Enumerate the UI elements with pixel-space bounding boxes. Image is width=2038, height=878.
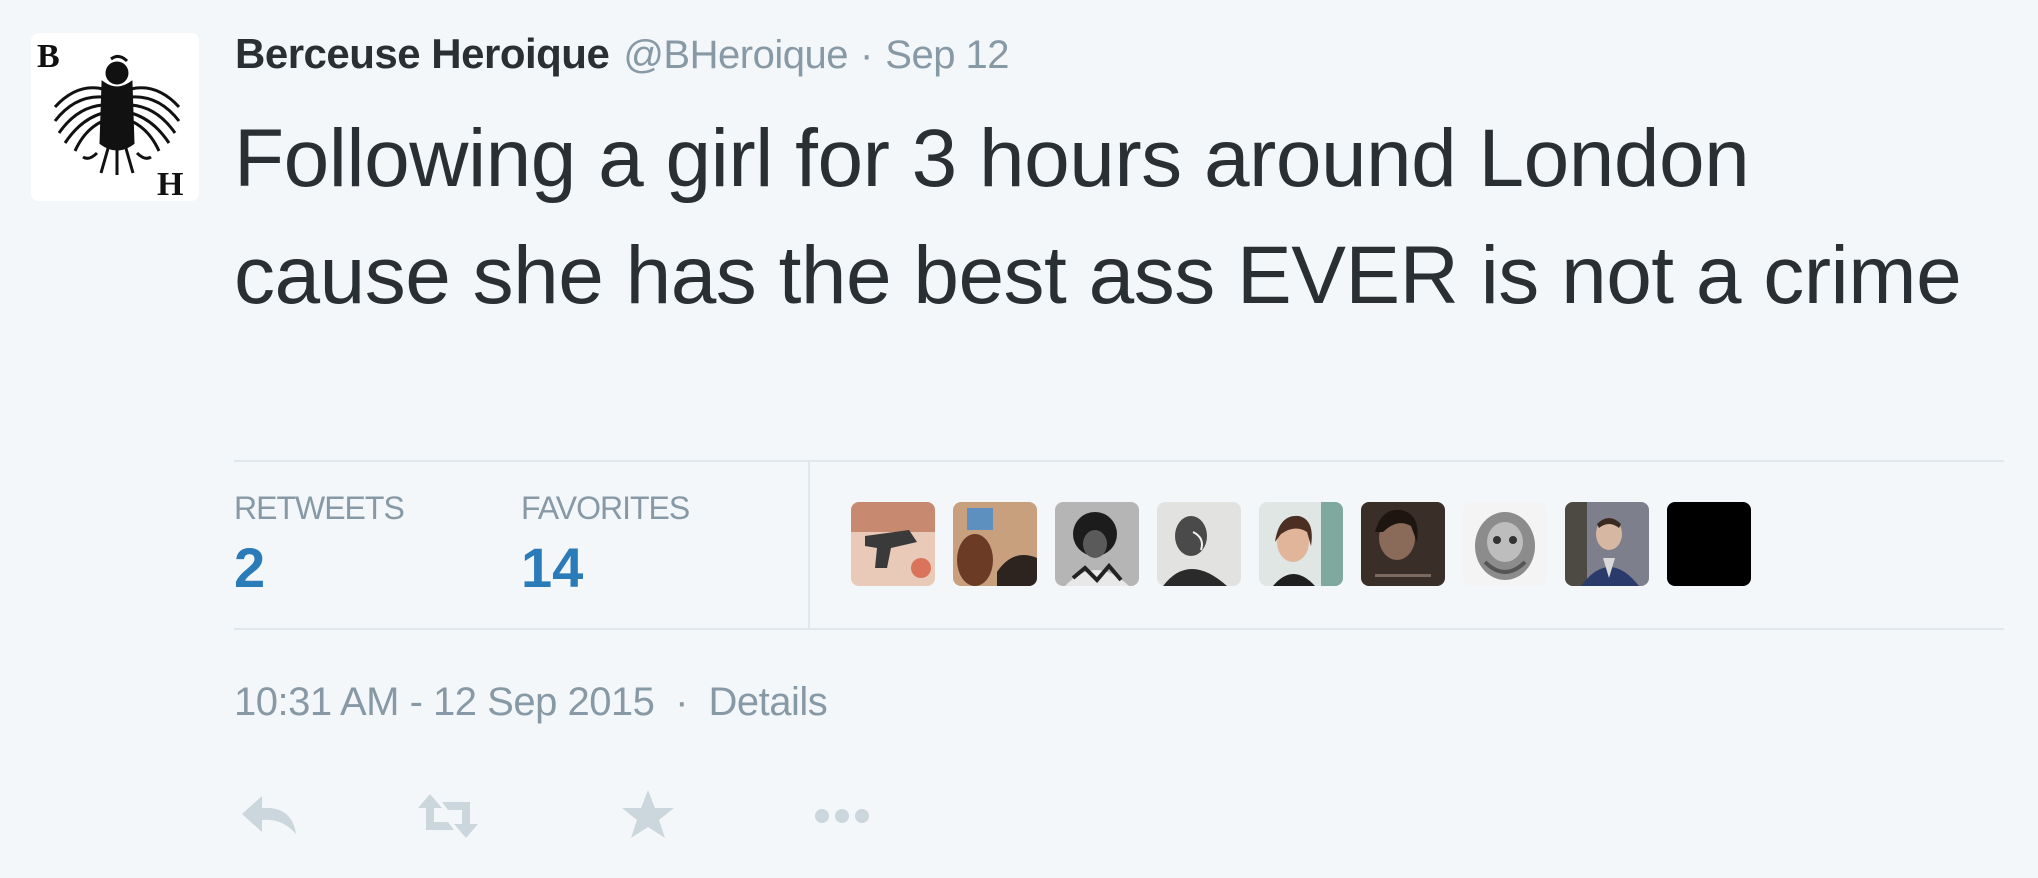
details-link[interactable]: Details: [709, 680, 828, 724]
favoriter-avatar-3[interactable]: [1055, 502, 1139, 586]
favoriter-avatar-4[interactable]: [1157, 502, 1241, 586]
favoriter-avatar-8[interactable]: [1565, 502, 1649, 586]
tweet-stats: RETWEETS 2 FAVORITES 14: [234, 460, 2004, 630]
svg-text:H: H: [157, 166, 183, 201]
favoriter-avatar-7[interactable]: [1463, 502, 1547, 586]
favorite-button[interactable]: [620, 786, 684, 846]
tweet-datetime: 10:31 AM - 12 Sep 2015: [234, 680, 655, 724]
footer-separator: ·: [675, 680, 688, 724]
user-avatar[interactable]: B H: [31, 33, 199, 201]
favoriter-avatar-5[interactable]: [1259, 502, 1343, 586]
reply-icon: [242, 796, 296, 834]
favoriter-avatar-1[interactable]: [851, 502, 935, 586]
favoriter-avatar-6[interactable]: [1361, 502, 1445, 586]
reply-button[interactable]: [238, 786, 302, 846]
user-handle[interactable]: @BHeroique: [623, 33, 848, 78]
more-button[interactable]: [812, 786, 876, 846]
retweets-stat[interactable]: RETWEETS 2: [234, 488, 405, 608]
favorites-stat[interactable]: FAVORITES 14: [521, 488, 690, 608]
tweet-text: Following a girl for 3 hours around Lond…: [234, 113, 1962, 321]
favoriter-avatar-9[interactable]: [1667, 502, 1751, 586]
favoriter-avatars: [851, 502, 1769, 586]
retweets-label: RETWEETS: [234, 490, 405, 526]
more-dots-icon: [815, 809, 869, 823]
retweet-icon: [418, 794, 478, 838]
tweet-card: B H Berceuse Heroique @BHeroique · Sep 1…: [0, 0, 2038, 878]
retweets-count: 2: [234, 536, 266, 599]
stats-divider: [808, 462, 810, 628]
retweet-button[interactable]: [416, 786, 480, 846]
svg-text:B: B: [37, 38, 60, 75]
tweet-footer: 10:31 AM - 12 Sep 2015 · Details: [234, 680, 828, 725]
favoriter-avatar-2[interactable]: [953, 502, 1037, 586]
tweet-header: Berceuse Heroique @BHeroique · Sep 12: [235, 30, 1010, 82]
eagle-crest-icon: B H: [31, 33, 199, 201]
favorites-label: FAVORITES: [521, 490, 690, 526]
user-fullname[interactable]: Berceuse Heroique: [235, 30, 610, 78]
favorite-star-icon: [622, 790, 674, 838]
favorites-count: 14: [521, 536, 584, 599]
tweet-timestamp[interactable]: Sep 12: [885, 33, 1009, 78]
header-separator: ·: [859, 33, 874, 77]
